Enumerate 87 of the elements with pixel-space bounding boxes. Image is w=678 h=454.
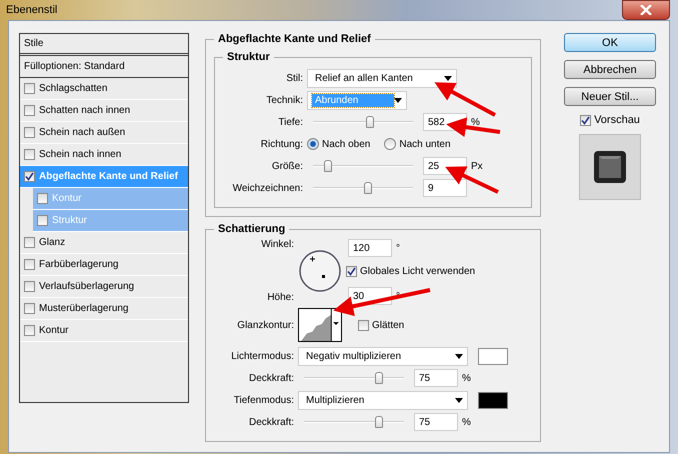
- caret-icon: [444, 76, 452, 80]
- check-icon: [25, 172, 34, 181]
- value-field[interactable]: 120: [348, 239, 392, 257]
- checkbox[interactable]: [24, 303, 35, 314]
- checkbox[interactable]: [24, 237, 35, 248]
- checkbox[interactable]: [24, 259, 35, 270]
- checkbox-option[interactable]: Globales Licht verwenden: [346, 266, 476, 276]
- value-field[interactable]: 75: [414, 369, 458, 387]
- unit-label: %: [462, 372, 471, 384]
- checkbox[interactable]: [24, 325, 35, 336]
- checkbox[interactable]: [24, 171, 35, 182]
- group-title: Schattierung: [217, 223, 286, 235]
- checkbox[interactable]: [37, 193, 48, 204]
- caret-icon: [455, 398, 463, 402]
- group-title: Struktur: [226, 51, 271, 63]
- list-item[interactable]: Musterüberlagerung: [20, 298, 188, 320]
- field-label: Weichzeichnen:: [232, 182, 303, 194]
- list-item[interactable]: Glanz: [20, 232, 188, 254]
- check-icon: [347, 266, 356, 276]
- slider-thumb[interactable]: [375, 416, 383, 428]
- caret-icon: [455, 354, 463, 358]
- unit-label: %: [462, 416, 471, 428]
- dropdown[interactable]: Relief an allen Kanten: [307, 68, 457, 88]
- list-item[interactable]: Verlaufsüberlagerung: [20, 276, 188, 298]
- slider-thumb[interactable]: [324, 160, 332, 172]
- checkbox-option[interactable]: Vorschau: [580, 114, 640, 126]
- field-label: Deckkraft:: [248, 372, 294, 384]
- radio-option[interactable]: Nach oben: [307, 138, 370, 150]
- checkbox[interactable]: [346, 266, 357, 276]
- field-label: Tiefe:: [277, 116, 303, 128]
- list-item[interactable]: Schein nach außen: [20, 122, 188, 144]
- color-swatch[interactable]: [478, 392, 508, 408]
- dropdown[interactable]: Multiplizieren: [298, 390, 468, 410]
- field-label: Lichtermodus:: [230, 350, 294, 362]
- slider[interactable]: [313, 115, 413, 129]
- slider[interactable]: [304, 371, 404, 385]
- field-label: Richtung:: [260, 138, 303, 150]
- unit-label: °: [396, 242, 400, 254]
- slider[interactable]: [304, 415, 404, 429]
- slider-thumb[interactable]: [364, 182, 372, 194]
- field-label: Größe:: [270, 160, 303, 172]
- list-header: Stile: [20, 34, 188, 56]
- contour-picker[interactable]: [298, 308, 342, 342]
- close-icon: [640, 5, 652, 15]
- radio-option[interactable]: Nach unten: [384, 138, 451, 150]
- unit-label: %: [471, 116, 480, 128]
- checkbox[interactable]: [580, 114, 592, 126]
- preview-swatch-drawing: [593, 150, 627, 184]
- value-field[interactable]: 9: [423, 179, 467, 197]
- checkbox[interactable]: [24, 149, 35, 160]
- dialog-button[interactable]: OK: [564, 33, 656, 52]
- checkbox[interactable]: [24, 105, 35, 116]
- dropdown[interactable]: Negativ multiplizieren: [298, 346, 468, 366]
- color-swatch[interactable]: [478, 348, 508, 364]
- unit-label: Px: [471, 160, 483, 172]
- unit-label: °: [396, 290, 400, 302]
- caret-icon: [394, 98, 402, 102]
- checkbox[interactable]: [24, 281, 35, 292]
- checkbox[interactable]: [358, 320, 369, 330]
- field-label: Tiefenmodus:: [232, 394, 294, 406]
- field-label: Stil:: [285, 72, 303, 84]
- close-button[interactable]: [622, 0, 670, 20]
- slider[interactable]: [313, 159, 413, 173]
- dialog-button[interactable]: Neuer Stil...: [564, 87, 656, 106]
- value-field[interactable]: 75: [414, 413, 458, 431]
- checkbox[interactable]: [24, 83, 35, 94]
- list-item[interactable]: Kontur: [20, 320, 188, 342]
- field-label: Winkel:: [260, 239, 294, 250]
- slider-thumb[interactable]: [366, 116, 374, 128]
- group-title: Abgeflachte Kante und Relief: [217, 33, 372, 45]
- slider-thumb[interactable]: [375, 372, 383, 384]
- slider[interactable]: [313, 181, 413, 195]
- dialog-button[interactable]: Abbrechen: [564, 60, 656, 79]
- check-icon: [581, 116, 590, 124]
- checkbox-option[interactable]: Glätten: [358, 320, 404, 330]
- field-label: Höhe:: [266, 292, 294, 303]
- checkbox[interactable]: [24, 127, 35, 138]
- field-label: Glanzkontur:: [236, 320, 294, 330]
- window-title: Ebenenstil: [6, 4, 58, 16]
- checkbox[interactable]: [37, 215, 48, 226]
- field-label: Technik:: [265, 94, 303, 106]
- list-item[interactable]: Schlagschatten: [20, 78, 188, 100]
- list-item[interactable]: Schatten nach innen: [20, 100, 188, 122]
- list-item[interactable]: Farbüberlagerung: [20, 254, 188, 276]
- field-label: Deckkraft:: [248, 416, 294, 428]
- angle-dial[interactable]: [298, 249, 342, 293]
- list-item[interactable]: Fülloptionen: Standard: [20, 56, 188, 78]
